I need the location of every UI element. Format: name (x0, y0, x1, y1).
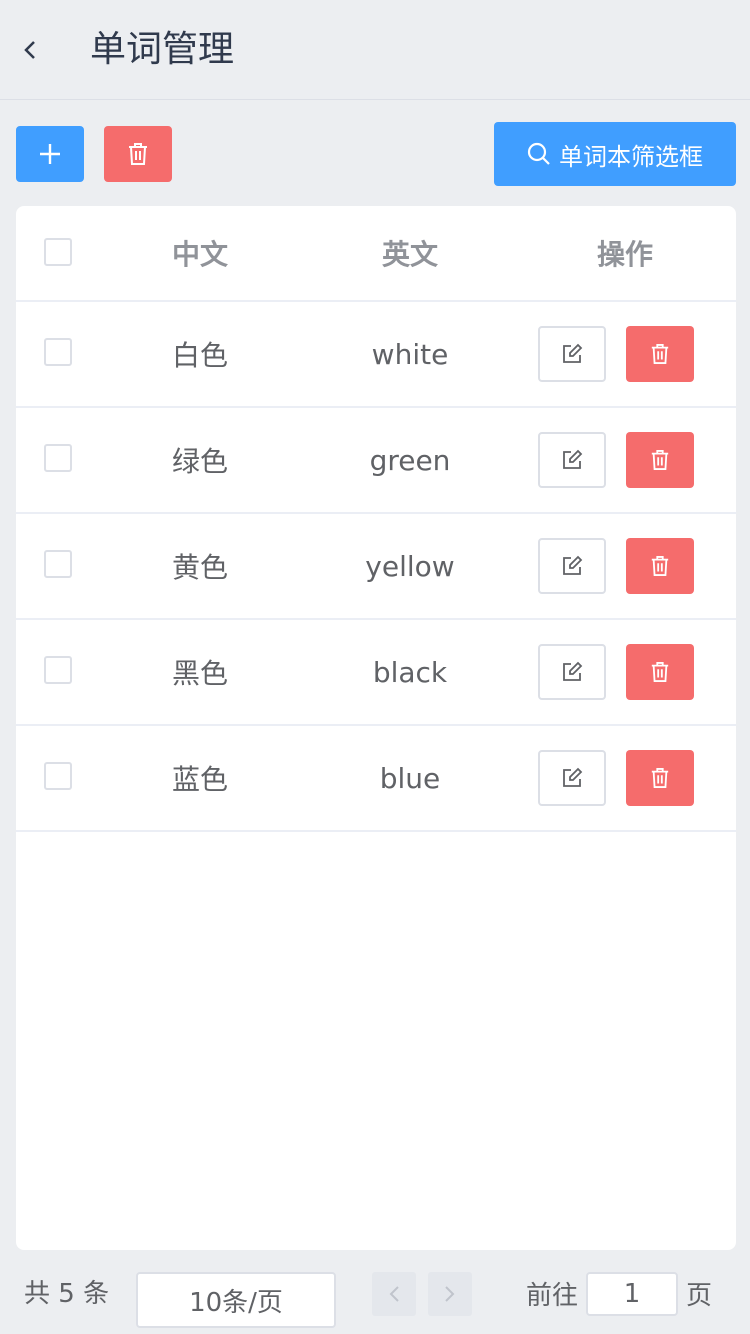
delete-button[interactable] (626, 644, 694, 700)
cell-english: black (372, 655, 448, 689)
wordbook-filter-button[interactable]: 单词本筛选框 (494, 122, 736, 186)
chevron-right-icon (445, 1286, 455, 1302)
edit-icon (563, 555, 583, 575)
prev-page-button[interactable] (372, 1272, 416, 1316)
back-button[interactable] (14, 34, 46, 66)
trash-icon (651, 662, 669, 682)
table-header: 中文 英文 操作 (16, 206, 736, 302)
goto-suffix: 页 (686, 1281, 713, 1311)
cell-chinese: 绿色 (171, 445, 228, 478)
cell-english: green (369, 443, 451, 477)
edit-icon (563, 767, 583, 787)
row-checkbox[interactable] (44, 656, 72, 684)
edit-button[interactable] (538, 538, 606, 594)
edit-button[interactable] (538, 432, 606, 488)
cell-chinese: 黄色 (171, 551, 228, 584)
page-title: 单词管理 (90, 29, 235, 70)
table-row: 黑色 black (16, 620, 736, 726)
trash-icon (651, 344, 669, 364)
row-checkbox[interactable] (44, 338, 72, 366)
header: 单词管理 (0, 0, 750, 100)
word-table: 中文 英文 操作 白色 white 绿色 green 黄色 yellow 黑色 … (16, 206, 736, 1250)
edit-button[interactable] (538, 644, 606, 700)
edit-icon (563, 661, 583, 681)
column-header-chinese: 中文 (171, 238, 228, 271)
goto-page-input[interactable]: 1 (586, 1272, 678, 1316)
goto-label: 前往 (526, 1281, 579, 1311)
edit-icon (563, 449, 583, 469)
delete-button[interactable] (626, 432, 694, 488)
page-size-select[interactable]: 10条/页 (136, 1272, 336, 1328)
filter-label: 单词本筛选框 (559, 142, 703, 171)
edit-button[interactable] (538, 750, 606, 806)
chevron-left-icon (24, 41, 35, 59)
column-header-actions: 操作 (596, 238, 653, 271)
batch-delete-button[interactable] (104, 126, 172, 182)
trash-icon (129, 143, 147, 165)
trash-icon (651, 556, 669, 576)
table-row: 蓝色 blue (16, 726, 736, 832)
chevron-left-icon (389, 1286, 399, 1302)
delete-button[interactable] (626, 326, 694, 382)
select-all-checkbox[interactable] (44, 238, 72, 266)
cell-chinese: 黑色 (171, 657, 228, 690)
edit-button[interactable] (538, 326, 606, 382)
cell-english: blue (379, 761, 441, 795)
row-checkbox[interactable] (44, 762, 72, 790)
plus-icon (40, 144, 60, 164)
table-row: 白色 white (16, 302, 736, 408)
next-page-button[interactable] (428, 1272, 472, 1316)
row-checkbox[interactable] (44, 444, 72, 472)
table-row: 绿色 green (16, 408, 736, 514)
cell-chinese: 蓝色 (171, 763, 228, 796)
row-checkbox[interactable] (44, 550, 72, 578)
cell-chinese: 白色 (171, 339, 228, 372)
delete-button[interactable] (626, 750, 694, 806)
add-word-button[interactable] (16, 126, 84, 182)
cell-english: white (371, 337, 449, 371)
trash-icon (651, 768, 669, 788)
trash-icon (651, 450, 669, 470)
pagination-total: 共 5 条 (24, 1279, 110, 1309)
delete-button[interactable] (626, 538, 694, 594)
column-header-english: 英文 (381, 238, 438, 271)
cell-english: yellow (365, 549, 455, 583)
table-row: 黄色 yellow (16, 514, 736, 620)
search-icon (527, 142, 550, 165)
edit-icon (563, 343, 583, 363)
